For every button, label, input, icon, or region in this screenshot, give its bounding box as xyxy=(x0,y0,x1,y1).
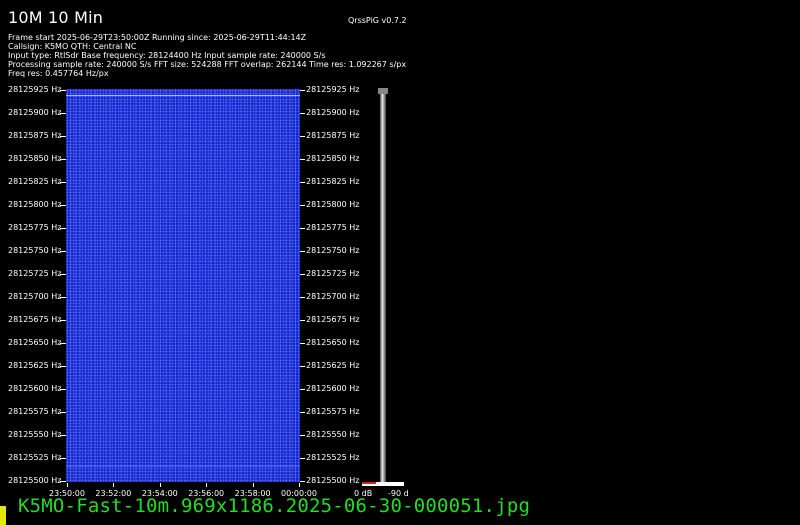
info-line-callsign: Callsign: K5MO QTH: Central NC xyxy=(8,42,137,51)
freq-label-right: 28125575 Hz xyxy=(306,407,360,416)
freq-label-right: 28125750 Hz xyxy=(306,246,360,255)
freq-tick xyxy=(300,297,305,298)
freq-label-left: 28125775 Hz xyxy=(8,223,62,232)
freq-tick xyxy=(300,435,305,436)
freq-tick xyxy=(300,205,305,206)
app-version: QrssPiG v0.7.2 xyxy=(348,16,407,25)
freq-tick xyxy=(300,481,305,482)
frame-info: Frame start 2025-06-29T23:50:00Z Running… xyxy=(8,33,406,78)
freq-tick xyxy=(300,159,305,160)
freq-label-left: 28125700 Hz xyxy=(8,292,62,301)
freq-tick xyxy=(300,90,305,91)
time-tick xyxy=(299,483,300,487)
freq-label-left: 28125800 Hz xyxy=(8,200,62,209)
freq-label-right: 28125725 Hz xyxy=(306,269,360,278)
freq-label-right: 28125875 Hz xyxy=(306,131,360,140)
time-tick xyxy=(159,483,161,487)
freq-label-right: 28125925 Hz xyxy=(306,85,360,94)
freq-label-right: 28125850 Hz xyxy=(306,154,360,163)
freq-label-left: 28125750 Hz xyxy=(8,246,62,255)
colorbar-cap xyxy=(378,88,388,94)
freq-label-right: 28125675 Hz xyxy=(306,315,360,324)
freq-label-left: 28125875 Hz xyxy=(8,131,62,140)
freq-label-right: 28125525 Hz xyxy=(306,453,360,462)
freq-tick xyxy=(300,343,305,344)
freq-label-left: 28125600 Hz xyxy=(8,384,62,393)
freq-label-right: 28125825 Hz xyxy=(306,177,360,186)
freq-label-left: 28125650 Hz xyxy=(8,338,62,347)
filename-caption: K5MO-Fast-10m.969x1186.2025-06-30-000051… xyxy=(18,495,531,517)
freq-label-right: 28125600 Hz xyxy=(306,384,360,393)
page-title: 10M 10 Min xyxy=(8,8,104,27)
time-tick xyxy=(67,483,68,487)
info-line-frame: Frame start 2025-06-29T23:50:00Z Running… xyxy=(8,33,307,42)
freq-label-right: 28125650 Hz xyxy=(306,338,360,347)
freq-tick xyxy=(300,113,305,114)
freq-label-left: 28125500 Hz xyxy=(8,476,62,485)
freq-label-left: 28125825 Hz xyxy=(8,177,62,186)
freq-tick xyxy=(300,458,305,459)
freq-label-left: 28125525 Hz xyxy=(8,453,62,462)
time-tick xyxy=(113,483,115,487)
freq-tick xyxy=(300,366,305,367)
freq-label-left: 28125725 Hz xyxy=(8,269,62,278)
freq-tick xyxy=(300,251,305,252)
freq-label-left: 28125575 Hz xyxy=(8,407,62,416)
freq-label-left: 28125625 Hz xyxy=(8,361,62,370)
freq-label-right: 28125500 Hz xyxy=(306,476,360,485)
time-tick xyxy=(252,483,254,487)
freq-tick xyxy=(300,228,305,229)
freq-label-left: 28125925 Hz xyxy=(8,85,62,94)
freq-label-left: 28125550 Hz xyxy=(8,430,62,439)
faint-trace xyxy=(66,465,300,467)
cursor-block xyxy=(0,506,6,525)
freq-tick xyxy=(300,136,305,137)
freq-tick xyxy=(300,320,305,321)
freq-label-right: 28125625 Hz xyxy=(306,361,360,370)
freq-label-right: 28125550 Hz xyxy=(306,430,360,439)
colorbar xyxy=(380,88,386,482)
info-line-freq-res: Freq res: 0.457764 Hz/px xyxy=(8,69,109,78)
info-line-processing: Processing sample rate: 240000 S/s FFT s… xyxy=(8,60,407,69)
colorbar-base-marker xyxy=(362,482,376,484)
freq-label-right: 28125900 Hz xyxy=(306,108,360,117)
freq-label-right: 28125800 Hz xyxy=(306,200,360,209)
spectrogram-noise xyxy=(66,89,300,482)
time-tick xyxy=(206,483,208,487)
freq-tick xyxy=(300,412,305,413)
freq-label-right: 28125700 Hz xyxy=(306,292,360,301)
spectrogram-plot xyxy=(66,89,300,482)
info-line-input: Input type: RtlSdr Base frequency: 28124… xyxy=(8,51,326,60)
freq-tick xyxy=(300,182,305,183)
freq-label-left: 28125675 Hz xyxy=(8,315,62,324)
freq-label-right: 28125775 Hz xyxy=(306,223,360,232)
freq-tick xyxy=(300,389,305,390)
freq-label-left: 28125900 Hz xyxy=(8,108,62,117)
freq-label-left: 28125850 Hz xyxy=(8,154,62,163)
freq-tick xyxy=(300,274,305,275)
signal-trace xyxy=(66,95,300,96)
